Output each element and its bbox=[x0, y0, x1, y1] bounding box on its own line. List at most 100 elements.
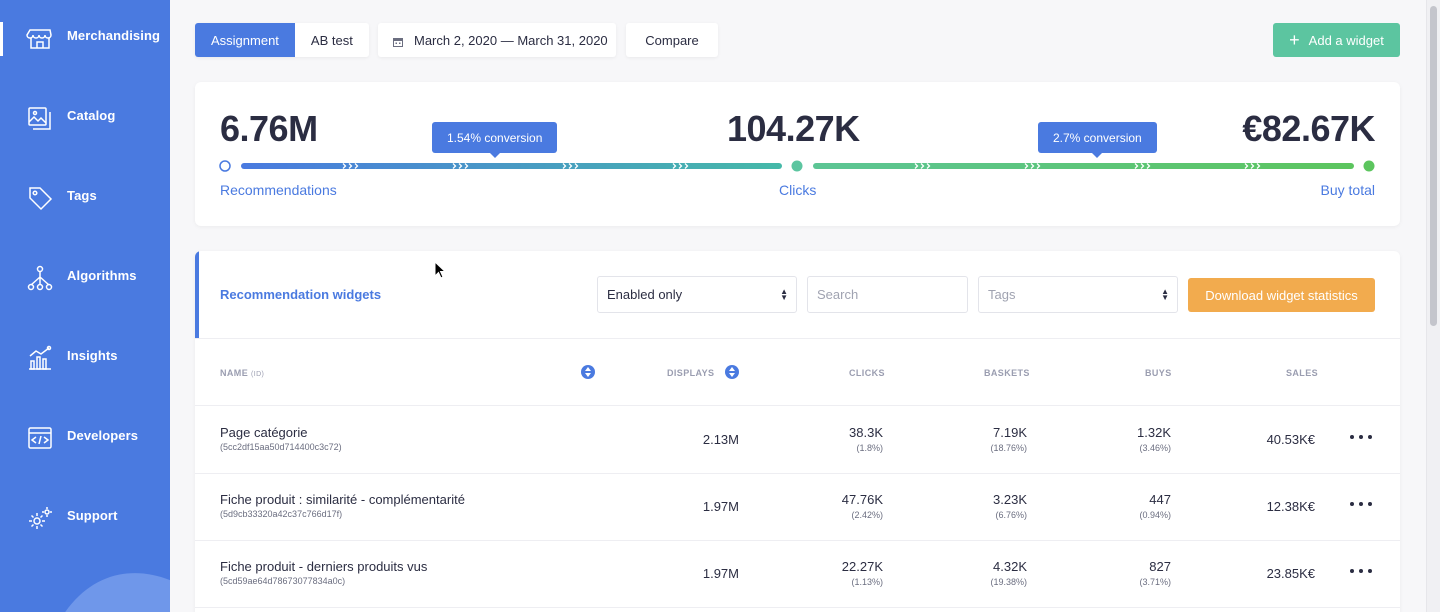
scrollbar-thumb[interactable] bbox=[1430, 6, 1437, 326]
sidebar-item-tags[interactable]: Tags bbox=[0, 178, 170, 218]
displays-value: 1.97M bbox=[702, 566, 739, 581]
column-displays[interactable]: DISPLAYS bbox=[667, 368, 714, 378]
recommendation-widgets-card: Recommendation widgets Enabled only ▲▼ T… bbox=[195, 251, 1400, 612]
baskets-value: 3.23K bbox=[993, 492, 1027, 507]
column-name[interactable]: NAME (ID) bbox=[220, 368, 264, 378]
storefront-icon bbox=[26, 24, 54, 52]
widget-id: (5cd59ae64d78673077834a0c) bbox=[220, 576, 346, 586]
column-name-label: NAME bbox=[220, 368, 249, 378]
buy-total-value: €82.67K bbox=[1242, 108, 1375, 149]
tags-select[interactable]: Tags ▲ ▼ bbox=[978, 276, 1178, 313]
column-sales[interactable]: SALES bbox=[1286, 368, 1318, 378]
sidebar-item-support[interactable]: Support bbox=[0, 498, 170, 538]
recommendations-label: Recommendations bbox=[220, 182, 337, 198]
sales-value: 40.53K€ bbox=[1266, 432, 1315, 447]
add-widget-label: Add a widget bbox=[1308, 32, 1384, 48]
plus-icon: + bbox=[1289, 30, 1300, 50]
tab-ab-test[interactable]: AB test bbox=[294, 23, 369, 57]
sidebar-item-algorithms[interactable]: Algorithms bbox=[0, 258, 170, 298]
status-filter-select[interactable]: Enabled only ▲ ▼ bbox=[597, 276, 797, 313]
sidebar-item-label: Catalog bbox=[67, 108, 116, 123]
clicks-value: 38.3K bbox=[849, 425, 883, 440]
clicks-percent: (1.8%) bbox=[856, 443, 883, 453]
column-buys[interactable]: BUYS bbox=[1145, 368, 1172, 378]
sidebar-item-merchandising[interactable]: Merchandising bbox=[0, 18, 170, 58]
gears-icon bbox=[26, 504, 54, 532]
widget-id: (5d9cb33320a42c37c766d17f) bbox=[220, 509, 343, 519]
sidebar: Merchandising Catalog Tags Algorithms In… bbox=[0, 0, 170, 612]
date-range-picker[interactable]: March 2, 2020 — March 31, 2020 bbox=[378, 23, 616, 57]
chart-icon bbox=[26, 344, 54, 372]
buys-value: 1.32K bbox=[1137, 425, 1171, 440]
catalog-icon bbox=[26, 104, 54, 132]
sales-value: 12.38K€ bbox=[1266, 499, 1315, 514]
widget-name: Fiche produit - derniers produits vus bbox=[220, 559, 428, 574]
buys-percent: (3.71%) bbox=[1139, 577, 1171, 587]
select-arrows-icon: ▲ ▼ bbox=[780, 287, 788, 302]
displays-value: 2.13M bbox=[702, 432, 739, 447]
sort-name-icon[interactable] bbox=[581, 365, 595, 379]
search-field[interactable] bbox=[807, 276, 968, 313]
buys-value: 447 bbox=[1149, 492, 1171, 507]
buys-percent: (3.46%) bbox=[1139, 443, 1171, 453]
tab-assignment[interactable]: Assignment bbox=[195, 23, 295, 57]
code-icon bbox=[26, 424, 54, 452]
funnel-end-node bbox=[1363, 160, 1375, 172]
calendar-icon bbox=[393, 35, 403, 47]
sidebar-item-label: Support bbox=[67, 508, 118, 523]
funnel-segment-1 bbox=[241, 163, 782, 169]
funnel-segment-2 bbox=[813, 163, 1354, 169]
row-more-icon[interactable] bbox=[1350, 429, 1372, 445]
page-scrollbar[interactable] bbox=[1426, 0, 1440, 612]
table-row[interactable]: Page catégorie (5cc2df15aa50d714400c3c72… bbox=[195, 407, 1400, 474]
clicks-percent: (2.42%) bbox=[851, 510, 883, 520]
clicks-label: Clicks bbox=[779, 182, 817, 198]
column-name-sublabel: (ID) bbox=[251, 371, 265, 378]
recommendations-value: 6.76M bbox=[220, 108, 318, 149]
table-row[interactable]: Fiche produit - derniers produits vus (5… bbox=[195, 541, 1400, 608]
sidebar-item-developers[interactable]: Developers bbox=[0, 418, 170, 458]
sidebar-item-label: Merchandising bbox=[67, 28, 161, 43]
clicks-value: 22.27K bbox=[841, 559, 883, 574]
sidebar-item-label: Tags bbox=[67, 188, 97, 203]
funnel-start-node bbox=[219, 160, 231, 172]
search-input[interactable] bbox=[817, 287, 958, 302]
row-more-icon[interactable] bbox=[1350, 563, 1372, 579]
view-mode-toggle: Assignment AB test bbox=[195, 23, 369, 57]
funnel-mid-node bbox=[791, 160, 803, 172]
column-baskets[interactable]: BASKETS bbox=[984, 368, 1030, 378]
table-row[interactable]: Fiche produit : similarité - complémenta… bbox=[195, 474, 1400, 541]
conversion-badge-buys: 2.7% conversion bbox=[1038, 122, 1157, 158]
add-widget-button[interactable]: + Add a widget bbox=[1273, 23, 1400, 57]
baskets-percent: (19.38%) bbox=[990, 577, 1027, 587]
buys-percent: (0.94%) bbox=[1139, 510, 1171, 520]
baskets-value: 4.32K bbox=[993, 559, 1027, 574]
clicks-value: 47.76K bbox=[841, 492, 883, 507]
compare-button[interactable]: Compare bbox=[626, 23, 718, 57]
download-statistics-button[interactable]: Download widget statistics bbox=[1188, 278, 1375, 312]
sidebar-item-label: Developers bbox=[67, 428, 139, 443]
status-filter-value: Enabled only bbox=[607, 287, 683, 302]
column-clicks[interactable]: CLICKS bbox=[849, 368, 885, 378]
sidebar-item-label: Algorithms bbox=[67, 268, 137, 283]
clicks-value: 104.27K bbox=[727, 108, 860, 149]
displays-value: 1.97M bbox=[702, 499, 739, 514]
widgets-title: Recommendation widgets bbox=[220, 287, 382, 302]
sort-displays-icon[interactable] bbox=[725, 365, 739, 379]
sidebar-item-insights[interactable]: Insights bbox=[0, 338, 170, 378]
baskets-percent: (6.76%) bbox=[995, 510, 1027, 520]
row-more-icon[interactable] bbox=[1350, 496, 1372, 512]
conversion-badge-clicks: 1.54% conversion bbox=[432, 122, 558, 158]
baskets-value: 7.19K bbox=[993, 425, 1027, 440]
widget-id: (5cc2df15aa50d714400c3c72) bbox=[220, 442, 342, 452]
sidebar-decoration bbox=[65, 573, 170, 612]
mouse-cursor-icon bbox=[434, 261, 447, 279]
conversion-funnel-card: 6.76M 104.27K €82.67K 1.54% conversion 2… bbox=[195, 82, 1400, 226]
sidebar-item-catalog[interactable]: Catalog bbox=[0, 98, 170, 138]
clicks-percent: (1.13%) bbox=[851, 577, 883, 587]
funnel-progress-track bbox=[219, 160, 1375, 172]
card-accent-bar bbox=[195, 251, 199, 338]
algorithm-icon bbox=[26, 264, 54, 292]
buy-total-label: Buy total bbox=[1320, 182, 1375, 198]
tags-placeholder: Tags bbox=[988, 287, 1016, 302]
